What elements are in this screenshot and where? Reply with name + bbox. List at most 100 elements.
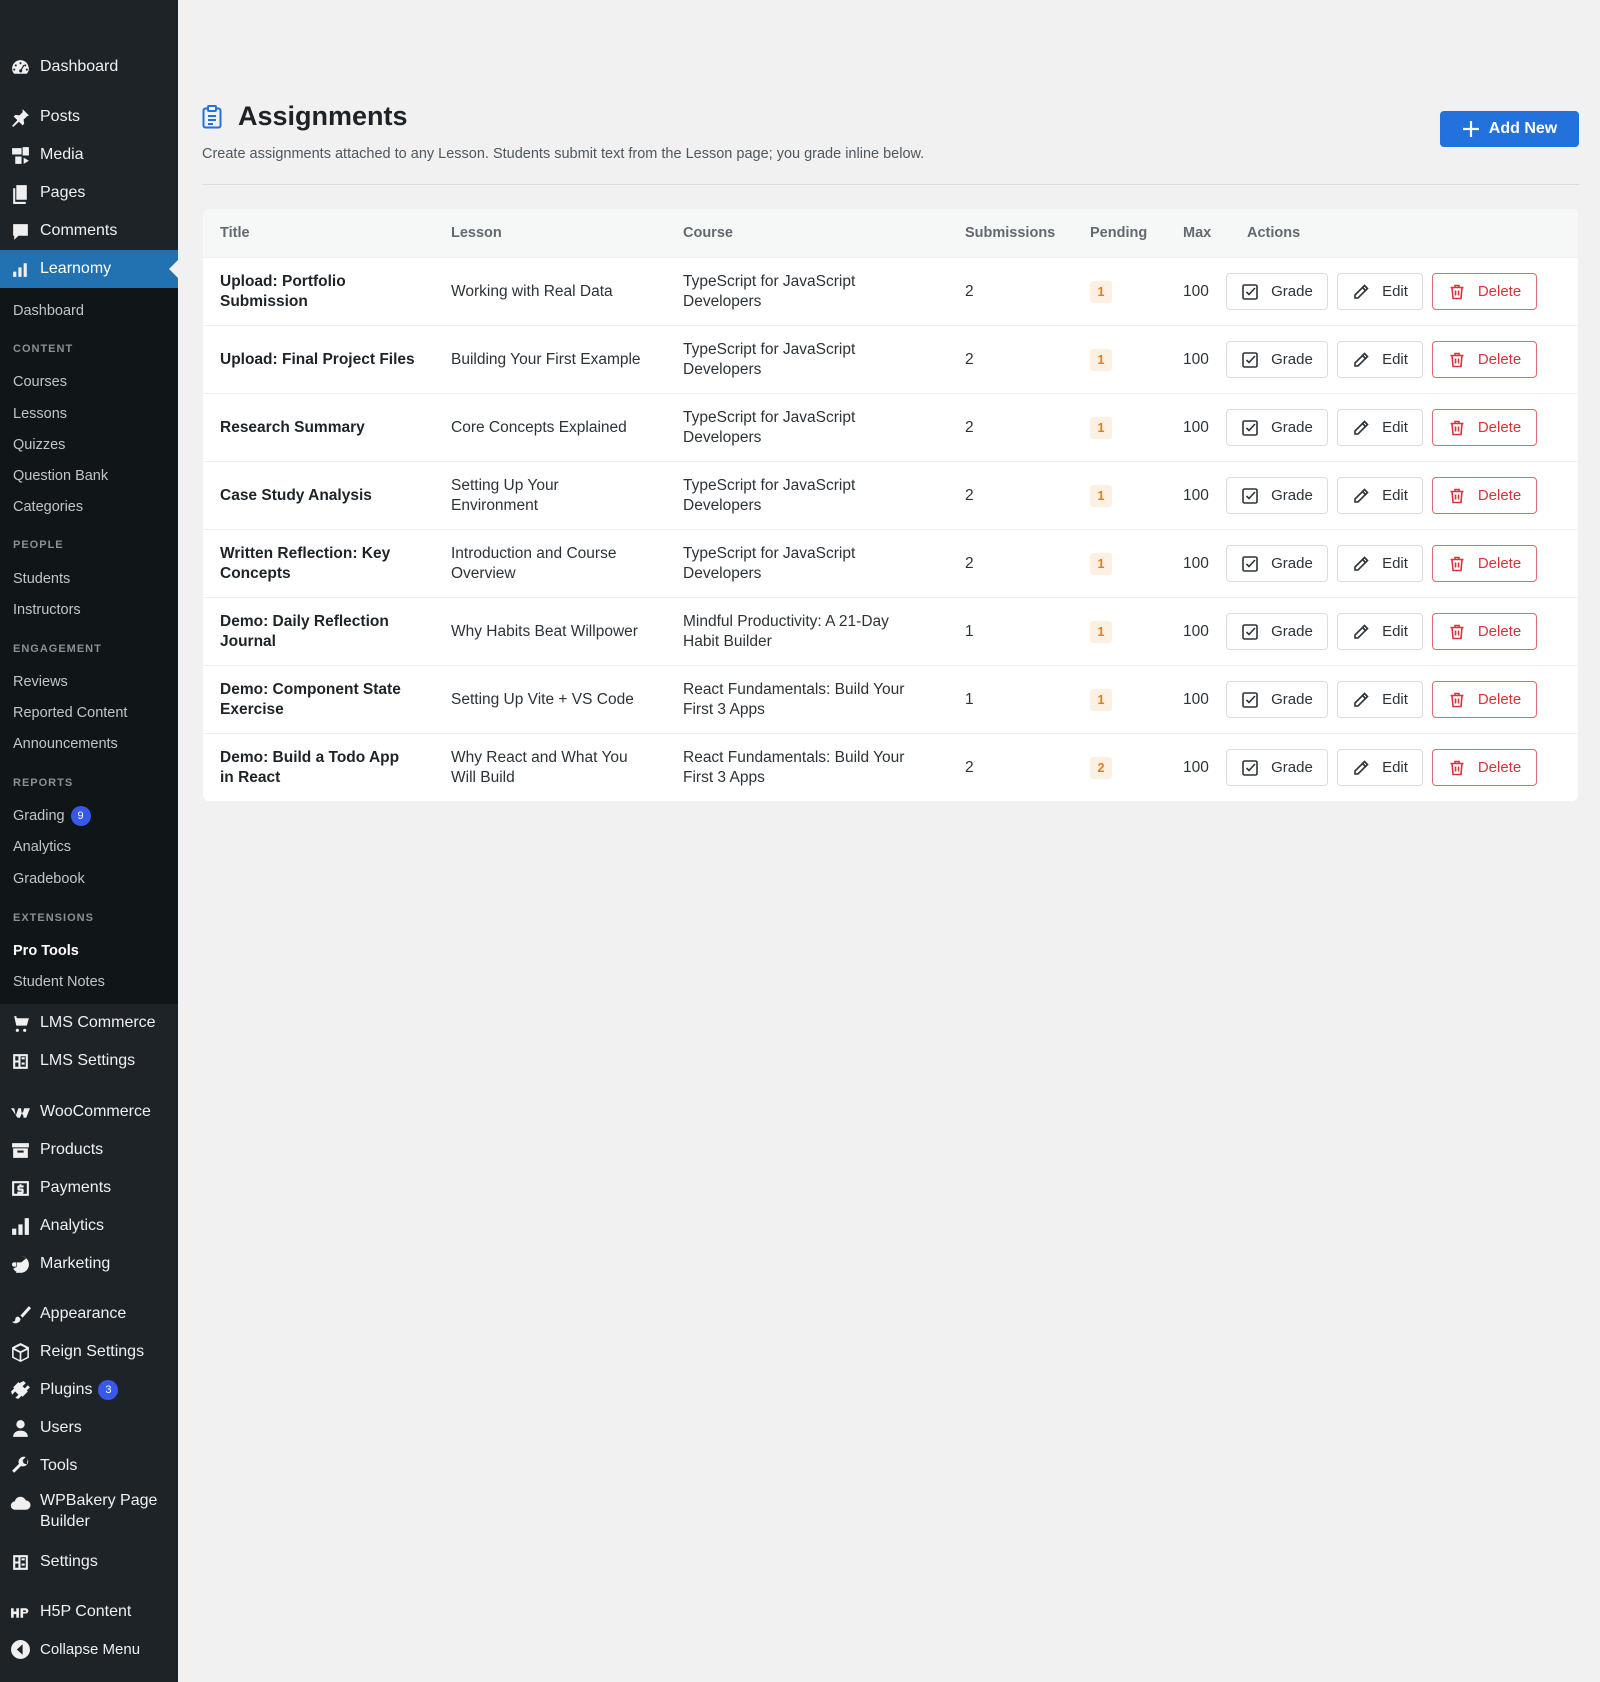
cell-pending: 1	[1090, 258, 1112, 326]
menu-plugins[interactable]: Plugins 3	[0, 1371, 178, 1409]
menu-learnomy[interactable]: Learnomy	[0, 250, 178, 288]
menu-lms-commerce[interactable]: LMS Commerce	[0, 1004, 178, 1042]
edit-button[interactable]: Edit	[1337, 681, 1423, 718]
menu-woocommerce[interactable]: WooCommerce	[0, 1093, 178, 1131]
menu-products[interactable]: Products	[0, 1131, 178, 1169]
header-divider	[202, 184, 1579, 185]
grade-button[interactable]: Grade	[1226, 545, 1328, 582]
menu-tools[interactable]: Tools	[0, 1447, 178, 1485]
grade-button[interactable]: Grade	[1226, 613, 1328, 650]
edit-button[interactable]: Edit	[1337, 477, 1423, 514]
menu-label: Analytics	[40, 1217, 105, 1234]
menu-media[interactable]: Media	[0, 136, 178, 174]
submenu-question-bank[interactable]: Question Bank	[13, 466, 108, 486]
menu-label: Dashboard	[40, 58, 119, 75]
cell-line: Developers	[683, 497, 762, 514]
page-description: Create assignments attached to any Lesso…	[202, 146, 925, 162]
table-row: Demo: Component State Exercise Setting Up …	[203, 665, 1578, 733]
cell-line: Demo: Build a Todo App	[220, 749, 400, 766]
cell-line: in React	[220, 769, 281, 786]
pencil-icon	[1354, 283, 1369, 299]
table-row: Research Summary Core Concepts Explained T…	[203, 393, 1578, 461]
pencil-icon	[1354, 555, 1369, 571]
cell-submissions: 2	[965, 351, 974, 368]
media-icon	[9, 144, 31, 166]
menu-settings[interactable]: Settings	[0, 1543, 178, 1581]
grade-button[interactable]: Grade	[1226, 681, 1328, 718]
menu-h5p-content[interactable]: H5P Content	[0, 1593, 178, 1631]
delete-button[interactable]: Delete	[1432, 273, 1537, 310]
trash-icon	[1450, 420, 1464, 435]
cloud-icon	[9, 1492, 31, 1514]
menu-marketing[interactable]: Marketing	[0, 1245, 178, 1283]
delete-button[interactable]: Delete	[1432, 613, 1537, 650]
submenu-categories[interactable]: Categories	[13, 497, 83, 517]
menu-analytics[interactable]: Analytics	[0, 1207, 178, 1245]
menu-label: Payments	[40, 1179, 112, 1196]
menu-reign-settings[interactable]: Reign Settings	[0, 1333, 178, 1371]
edit-button[interactable]: Edit	[1337, 341, 1423, 378]
menu-users[interactable]: Users	[0, 1409, 178, 1447]
cell-max: 100	[1183, 623, 1209, 640]
submenu-analytics[interactable]: Analytics	[13, 837, 71, 857]
grade-label: Grade	[1271, 351, 1313, 368]
learnomy-submenu: Dashboard CONTENT Courses Lessons Quizze…	[0, 288, 178, 1004]
submenu-reported-content[interactable]: Reported Content	[13, 703, 127, 723]
cell-line: First 3 Apps	[683, 701, 765, 718]
menu-label: Users	[40, 1419, 82, 1436]
submenu-student-notes[interactable]: Student Notes	[13, 972, 105, 992]
pencil-icon	[1354, 691, 1369, 707]
table-row: Written Reflection: Key Concepts Introduct…	[203, 529, 1578, 597]
submenu-pro-tools[interactable]: Pro Tools	[13, 941, 79, 961]
delete-button[interactable]: Delete	[1432, 681, 1537, 718]
grade-button[interactable]: Grade	[1226, 273, 1328, 310]
menu-comments[interactable]: Comments	[0, 212, 178, 250]
pencil-icon	[1354, 419, 1369, 435]
edit-button[interactable]: Edit	[1337, 749, 1423, 786]
menu-dashboard[interactable]: Dashboard	[0, 48, 178, 86]
cell-line: Concepts	[220, 565, 291, 582]
grade-button[interactable]: Grade	[1226, 749, 1328, 786]
menu-appearance[interactable]: Appearance	[0, 1295, 178, 1333]
grade-button[interactable]: Grade	[1226, 409, 1328, 446]
submenu-instructors[interactable]: Instructors	[13, 600, 81, 620]
submenu-reviews[interactable]: Reviews	[13, 672, 68, 692]
edit-button[interactable]: Edit	[1337, 273, 1423, 310]
edit-button[interactable]: Edit	[1337, 409, 1423, 446]
submenu-dashboard[interactable]: Dashboard	[13, 301, 84, 321]
menu-pages[interactable]: Pages	[0, 174, 178, 212]
edit-button[interactable]: Edit	[1337, 613, 1423, 650]
menu-label: WPBakery Page	[40, 1492, 158, 1509]
submenu-quizzes[interactable]: Quizzes	[13, 435, 65, 455]
submenu-announcements[interactable]: Announcements	[13, 734, 118, 754]
edit-label: Edit	[1382, 351, 1408, 368]
cell-pending: 1	[1090, 666, 1112, 734]
grade-button[interactable]: Grade	[1226, 477, 1328, 514]
menu-wpbakery[interactable]: WPBakery Page Builder	[0, 1490, 178, 1538]
cell-line: Exercise	[220, 701, 284, 718]
cell-line: TypeScript for JavaScript	[683, 341, 856, 358]
submenu-lessons[interactable]: Lessons	[13, 404, 67, 424]
cell-max: 100	[1183, 283, 1209, 300]
menu-lms-settings[interactable]: LMS Settings	[0, 1042, 178, 1080]
edit-button[interactable]: Edit	[1337, 545, 1423, 582]
delete-button[interactable]: Delete	[1432, 545, 1537, 582]
grade-button[interactable]: Grade	[1226, 341, 1328, 378]
submenu-grading-label: Grading	[13, 808, 65, 824]
user-icon	[9, 1417, 31, 1439]
menu-collapse[interactable]: Collapse Menu	[0, 1630, 178, 1668]
submenu-students[interactable]: Students	[13, 569, 70, 589]
delete-button[interactable]: Delete	[1432, 341, 1537, 378]
delete-button[interactable]: Delete	[1432, 477, 1537, 514]
menu-payments[interactable]: Payments	[0, 1169, 178, 1207]
settings-grid-icon	[9, 1050, 31, 1072]
submenu-gradebook[interactable]: Gradebook	[13, 869, 85, 889]
delete-button[interactable]: Delete	[1432, 749, 1537, 786]
cell-pending: 2	[1090, 734, 1112, 801]
submenu-courses[interactable]: Courses	[13, 372, 67, 392]
submenu-grading[interactable]: Grading 9	[13, 806, 91, 827]
delete-button[interactable]: Delete	[1432, 409, 1537, 446]
menu-posts[interactable]: Posts	[0, 98, 178, 136]
add-new-button[interactable]: Add New	[1440, 111, 1579, 147]
cell-line: Why React and What You	[451, 749, 628, 766]
